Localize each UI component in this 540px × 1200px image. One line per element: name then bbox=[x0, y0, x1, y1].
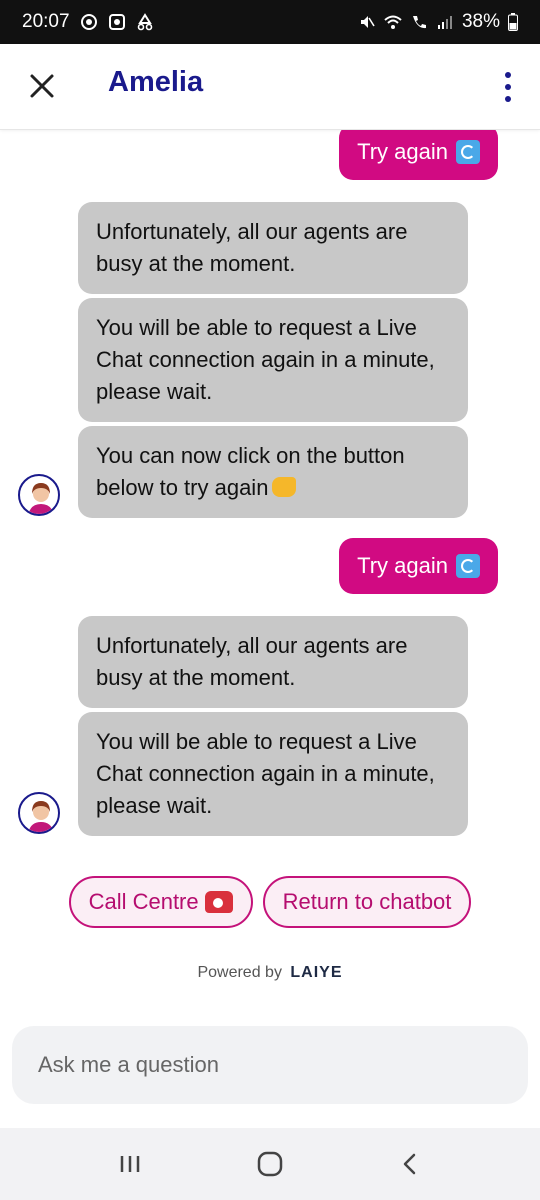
status-time: 20:07 bbox=[22, 11, 70, 32]
user-message-text: Try again bbox=[357, 139, 448, 164]
user-message: Try again bbox=[339, 538, 498, 594]
more-options-button[interactable] bbox=[496, 68, 520, 106]
call-centre-button[interactable]: Call Centre bbox=[68, 876, 253, 928]
close-icon[interactable] bbox=[26, 70, 58, 102]
home-button[interactable] bbox=[250, 1144, 290, 1184]
recents-icon bbox=[120, 1156, 140, 1172]
more-vertical-icon bbox=[505, 72, 511, 78]
return-to-chatbot-label: Return to chatbot bbox=[282, 889, 452, 914]
bot-avatar bbox=[18, 792, 60, 834]
wifi-call-icon bbox=[412, 16, 426, 29]
signal-icon bbox=[437, 16, 452, 29]
point-down-emoji-icon bbox=[272, 477, 297, 497]
bot-message: Unfortunately, all our agents are busy a… bbox=[78, 616, 468, 708]
bot-message: You will be able to request a Live Chat … bbox=[78, 712, 468, 836]
back-icon bbox=[403, 1153, 416, 1175]
bot-avatar bbox=[18, 474, 60, 516]
powered-by: Powered by LAIYE bbox=[0, 964, 540, 982]
battery-icon bbox=[508, 13, 518, 31]
refresh-emoji-icon bbox=[456, 554, 480, 578]
question-input-container bbox=[12, 1026, 528, 1104]
chat-title: Amelia bbox=[108, 66, 204, 98]
question-input[interactable] bbox=[12, 1026, 528, 1104]
chat-header: Amelia bbox=[0, 44, 540, 130]
chrome-icon bbox=[80, 14, 97, 30]
call-centre-label: Call Centre bbox=[88, 889, 199, 914]
return-to-chatbot-button[interactable]: Return to chatbot bbox=[262, 876, 472, 928]
laiye-logo: LAIYE bbox=[290, 964, 343, 981]
chat-area[interactable]: Try again Unfortunately, all our agents … bbox=[0, 130, 540, 1030]
refresh-emoji-icon bbox=[456, 140, 480, 164]
mute-icon bbox=[360, 16, 375, 28]
bot-message: You will be able to request a Live Chat … bbox=[78, 298, 468, 422]
telephone-emoji-icon bbox=[204, 891, 233, 913]
home-icon bbox=[257, 1151, 283, 1177]
quick-replies: Call Centre Return to chatbot bbox=[0, 876, 540, 928]
notification-icon bbox=[108, 14, 125, 30]
wifi-icon bbox=[384, 15, 402, 29]
bot-message: You can now click on the button below to… bbox=[78, 426, 468, 518]
bot-message: Unfortunately, all our agents are busy a… bbox=[78, 202, 468, 294]
user-message: Try again bbox=[339, 130, 498, 180]
battery-percent: 38% bbox=[461, 11, 500, 32]
status-bar: 20:07 38% bbox=[0, 0, 540, 44]
powered-by-text: Powered by bbox=[197, 964, 282, 981]
back-button[interactable] bbox=[390, 1144, 430, 1184]
user-message-text: Try again bbox=[357, 553, 448, 578]
android-nav-bar bbox=[0, 1128, 540, 1200]
bot-message-text: You can now click on the button below to… bbox=[96, 443, 405, 500]
recents-button[interactable] bbox=[110, 1144, 150, 1184]
recycle-icon bbox=[137, 13, 152, 31]
